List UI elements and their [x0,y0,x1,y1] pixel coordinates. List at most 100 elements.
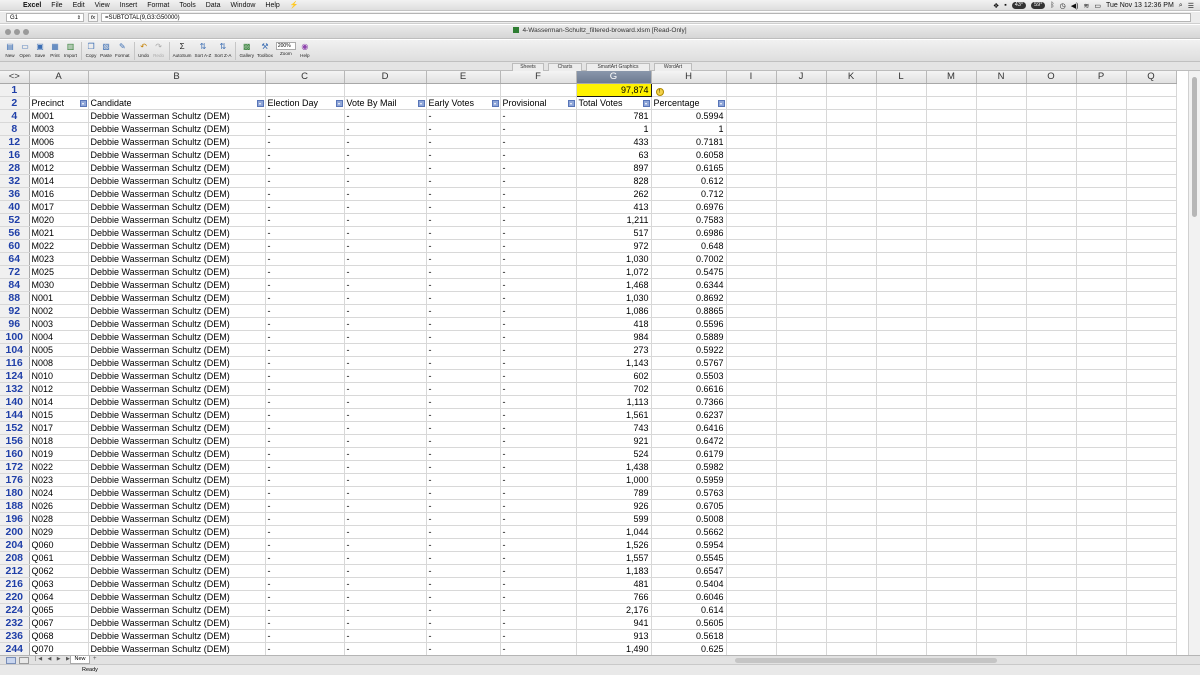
cell[interactable] [876,369,927,383]
vote-by-mail-cell[interactable]: - [344,356,427,370]
cell[interactable] [1076,447,1127,461]
early-votes-cell[interactable]: - [426,291,501,305]
cell[interactable] [1126,161,1177,175]
cell[interactable] [876,291,927,305]
cell[interactable] [726,525,777,539]
cell[interactable] [776,369,827,383]
precinct-cell[interactable]: Q061 [29,551,89,565]
provisional-cell[interactable]: - [500,486,577,500]
chevron-down-icon[interactable]: ⇕ [77,14,81,22]
election-day-cell[interactable]: - [265,343,345,357]
cell[interactable] [1126,239,1177,253]
column-header-e[interactable]: E [426,71,501,84]
cell[interactable] [976,512,1027,526]
cell[interactable] [1126,317,1177,331]
import-button[interactable]: ▥ Import [64,40,77,58]
row-header[interactable]: 200 [0,525,30,539]
vote-by-mail-cell[interactable]: - [344,421,427,435]
cell[interactable] [1126,577,1177,591]
early-votes-cell[interactable]: - [426,538,501,552]
cell[interactable] [1076,603,1127,617]
row-header[interactable]: 92 [0,304,30,318]
cell[interactable] [1076,83,1127,97]
vote-by-mail-cell[interactable]: - [344,369,427,383]
cell[interactable] [926,83,977,97]
percentage-cell[interactable]: 0.6058 [651,148,727,162]
cell[interactable] [1076,278,1127,292]
cell[interactable] [1126,642,1177,655]
election-day-cell[interactable]: - [265,577,345,591]
cell[interactable] [1126,135,1177,149]
early-votes-cell[interactable]: - [426,187,501,201]
early-votes-cell[interactable]: - [426,590,501,604]
cell[interactable] [976,265,1027,279]
cell[interactable] [726,226,777,240]
column-header-k[interactable]: K [826,71,877,84]
cell[interactable] [1126,564,1177,578]
early-votes-cell[interactable]: - [426,408,501,422]
zoom-control[interactable]: 200% Zoom [275,40,296,56]
vote-by-mail-cell[interactable]: - [344,304,427,318]
row-header[interactable]: 176 [0,473,30,487]
early-votes-cell[interactable]: - [426,317,501,331]
early-votes-cell[interactable]: - [426,109,501,123]
election-day-cell[interactable]: - [265,395,345,409]
cell[interactable] [776,590,827,604]
total-votes-cell[interactable]: 941 [576,616,652,630]
row-header[interactable]: 208 [0,551,30,565]
early-votes-cell[interactable]: - [426,239,501,253]
cell[interactable] [776,577,827,591]
column-header-p[interactable]: P [1076,71,1127,84]
cell[interactable] [876,447,927,461]
cell[interactable] [826,213,877,227]
cell[interactable] [826,239,877,253]
row-header[interactable]: 232 [0,616,30,630]
cell[interactable] [726,200,777,214]
cell[interactable] [726,343,777,357]
precinct-cell[interactable]: M001 [29,109,89,123]
cell[interactable] [926,434,977,448]
cell[interactable] [726,616,777,630]
provisional-cell[interactable]: - [500,447,577,461]
percentage-cell[interactable]: 0.5008 [651,512,727,526]
cell[interactable] [1026,161,1077,175]
cell[interactable] [826,343,877,357]
precinct-cell[interactable]: N005 [29,343,89,357]
cell[interactable] [1126,278,1177,292]
cell[interactable] [1076,330,1127,344]
cell[interactable] [1076,382,1127,396]
cell[interactable] [876,616,927,630]
total-votes-cell[interactable]: 984 [576,330,652,344]
cell[interactable] [776,278,827,292]
total-votes-cell[interactable]: 972 [576,239,652,253]
cell[interactable] [876,161,927,175]
cell[interactable] [926,187,977,201]
row-header[interactable]: 40 [0,200,30,214]
vote-by-mail-cell[interactable]: - [344,317,427,331]
cell[interactable] [1076,616,1127,630]
cell[interactable] [1076,434,1127,448]
row-header[interactable]: 196 [0,512,30,526]
cell[interactable] [976,135,1027,149]
cell[interactable] [1126,356,1177,370]
precinct-cell[interactable]: M022 [29,239,89,253]
row-header[interactable]: 56 [0,226,30,240]
cell[interactable] [1026,512,1077,526]
cell[interactable] [1076,642,1127,655]
cell[interactable] [976,252,1027,266]
election-day-cell[interactable]: - [265,603,345,617]
cell[interactable] [876,564,927,578]
cell[interactable] [876,473,927,487]
cell[interactable] [826,408,877,422]
candidate-cell[interactable]: Debbie Wasserman Schultz (DEM) [88,252,266,266]
election-day-cell[interactable]: - [265,226,345,240]
total-votes-cell[interactable]: 602 [576,369,652,383]
cell[interactable] [265,83,345,97]
election-day-cell[interactable]: - [265,629,345,643]
cell[interactable] [1076,590,1127,604]
precinct-cell[interactable]: N026 [29,499,89,513]
cell[interactable] [1126,616,1177,630]
sort-za-button[interactable]: ⇅ Sort Z-A [214,40,231,58]
cell[interactable] [1126,200,1177,214]
cell[interactable] [926,148,977,162]
